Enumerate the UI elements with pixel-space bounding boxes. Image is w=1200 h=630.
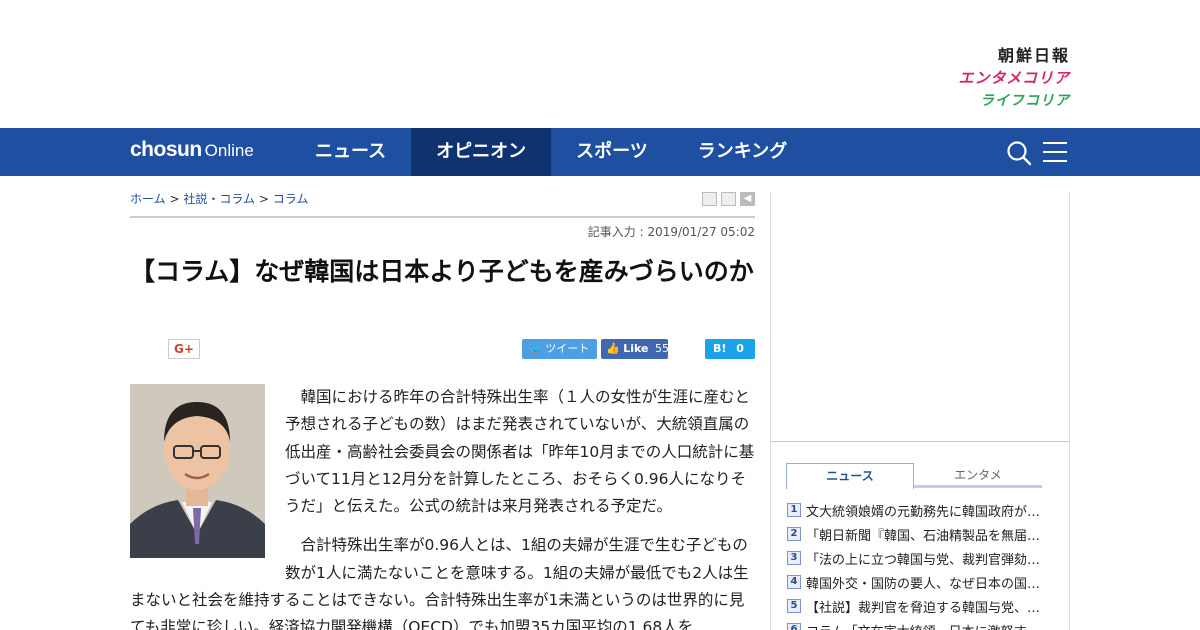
- news-tabs: ニュース エンタメ: [786, 463, 1042, 489]
- news-headline[interactable]: 文大統領娘婿の元勤務先に韓国政府が…: [806, 501, 1046, 520]
- like-label: Like: [623, 342, 649, 355]
- brand-area: 朝鮮日報 エンタメコリア ライフコリア: [0, 0, 1200, 128]
- nav-menu: ニュース オピニオン スポーツ ランキング: [290, 128, 812, 176]
- breadcrumb: ホーム > 社説・コラム > コラム: [130, 190, 308, 207]
- back-icon[interactable]: ◀: [740, 192, 755, 206]
- news-headline[interactable]: 「朝日新聞『韓国、石油精製品を無届…: [806, 525, 1046, 544]
- brand-link-entame-korea[interactable]: エンタメコリア: [930, 67, 1070, 90]
- list-item[interactable]: 3 「法の上に立つ韓国与党、裁判官弾劾…: [787, 546, 1057, 570]
- ad-slot: [771, 192, 1069, 442]
- article-title: 【コラム】なぜ韓国は日本より子どもを産みづらいのか: [130, 257, 754, 286]
- sidebar: ニュース エンタメ 1 文大統領娘婿の元勤務先に韓国政府が… 2 「朝日新聞『韓…: [770, 192, 1070, 630]
- list-item[interactable]: 1 文大統領娘婿の元勤務先に韓国政府が…: [787, 498, 1057, 522]
- list-item[interactable]: 6 コラム「文在寅大統領、日本に激怒す…: [787, 618, 1057, 630]
- brand-links: 朝鮮日報 エンタメコリア ライフコリア: [930, 44, 1070, 113]
- list-item[interactable]: 5 【社説】裁判官を脅迫する韓国与党、…: [787, 594, 1057, 618]
- facebook-like-button[interactable]: 👍 Like 55: [601, 339, 669, 359]
- google-plus-button[interactable]: G+: [168, 339, 200, 359]
- brand-link-life-korea[interactable]: ライフコリア: [930, 90, 1070, 113]
- breadcrumb-separator: >: [169, 192, 180, 206]
- hatena-count: 0: [736, 342, 744, 355]
- article-date: 記事入力 : 2019/01/27 05:02: [587, 225, 755, 239]
- breadcrumb-separator: >: [258, 192, 269, 206]
- nav-item-ranking[interactable]: ランキング: [673, 128, 812, 176]
- copy-icon[interactable]: [721, 192, 736, 206]
- news-headline[interactable]: 韓国外交・国防の要人、なぜ日本の国…: [806, 573, 1046, 592]
- hatena-bookmark-button[interactable]: B! 0: [705, 339, 755, 359]
- search-icon[interactable]: [1006, 140, 1032, 166]
- like-count: 55: [654, 342, 669, 355]
- rank-number: 3: [787, 551, 801, 565]
- rank-number: 1: [787, 503, 801, 517]
- thumbs-up-icon: 👍: [606, 342, 620, 355]
- nav-item-news[interactable]: ニュース: [290, 128, 411, 176]
- twitter-bird-icon: 🐦: [528, 342, 542, 355]
- tab-news[interactable]: ニュース: [786, 463, 914, 489]
- nav-item-opinion[interactable]: オピニオン: [411, 128, 552, 176]
- nav-item-sports[interactable]: スポーツ: [551, 128, 673, 176]
- print-icon[interactable]: [702, 192, 717, 206]
- share-row: G+ 🐦 ツイート 👍 Like 55 B! 0: [130, 339, 755, 361]
- header-divider: [130, 216, 755, 218]
- news-headline[interactable]: 【社説】裁判官を脅迫する韓国与党、…: [806, 597, 1046, 616]
- ranking-news-list: 1 文大統領娘婿の元勤務先に韓国政府が… 2 「朝日新聞『韓国、石油精製品を無届…: [787, 498, 1057, 630]
- list-item[interactable]: 4 韓国外交・国防の要人、なぜ日本の国…: [787, 570, 1057, 594]
- breadcrumb-sub[interactable]: コラム: [273, 192, 309, 206]
- list-item[interactable]: 2 「朝日新聞『韓国、石油精製品を無届…: [787, 522, 1057, 546]
- hatena-label: B!: [713, 342, 727, 355]
- logo-main-text: chosun: [130, 138, 202, 161]
- news-headline[interactable]: コラム「文在寅大統領、日本に激怒す…: [806, 621, 1046, 630]
- rank-number: 4: [787, 575, 801, 589]
- breadcrumb-home[interactable]: ホーム: [130, 192, 166, 206]
- article-body: 韓国における昨年の合計特殊出生率（１人の女性が生涯に産むと予想される子どもの数）…: [130, 384, 755, 630]
- tab-entame[interactable]: エンタメ: [914, 463, 1042, 488]
- logo-sub-text: Online: [204, 141, 254, 160]
- rank-number: 2: [787, 527, 801, 541]
- tweet-label: ツイート: [545, 342, 590, 355]
- tweet-button[interactable]: 🐦 ツイート: [522, 339, 597, 359]
- site-logo[interactable]: chosun Online: [130, 138, 254, 162]
- news-headline[interactable]: 「法の上に立つ韓国与党、裁判官弾劾…: [806, 549, 1046, 568]
- brand-link-chosun-ilbo[interactable]: 朝鮮日報: [930, 44, 1070, 67]
- article-tools: ◀: [702, 192, 755, 206]
- rank-number: 5: [787, 599, 801, 613]
- main-nav: chosun Online ニュース オピニオン スポーツ ランキング: [0, 128, 1200, 176]
- hamburger-icon[interactable]: [1043, 142, 1067, 162]
- breadcrumb-section[interactable]: 社説・コラム: [183, 192, 255, 206]
- rank-number: 6: [787, 623, 801, 630]
